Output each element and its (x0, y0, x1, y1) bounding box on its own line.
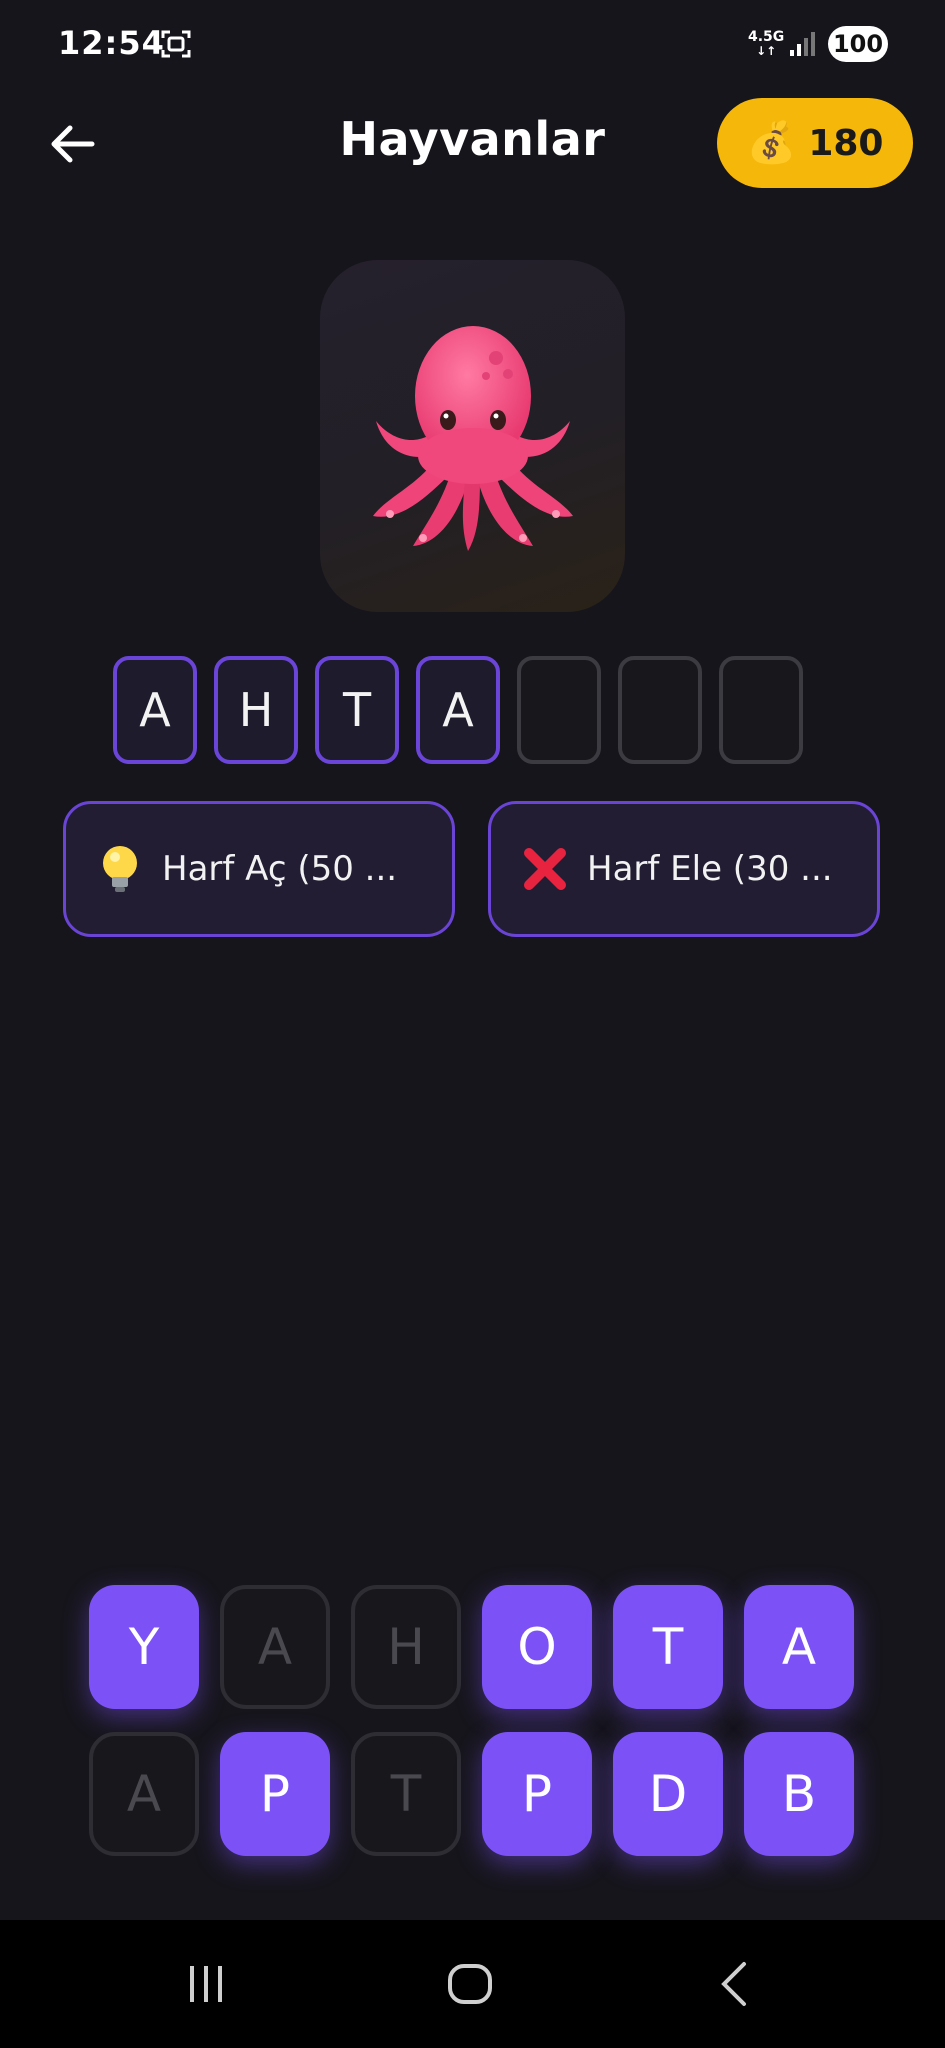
battery-indicator: 100 (828, 26, 888, 62)
letter-keys-row-2: A P T P D B (89, 1732, 854, 1856)
letter-key[interactable]: P (482, 1732, 592, 1856)
system-back-button[interactable] (694, 1952, 774, 2016)
home-button[interactable] (430, 1952, 510, 2016)
answer-slot[interactable]: T (315, 656, 399, 764)
light-bulb-icon (96, 845, 144, 893)
money-bag-icon: 💰 (746, 120, 797, 166)
cross-mark-icon (521, 845, 569, 893)
letter-key[interactable]: B (744, 1732, 854, 1856)
system-nav-bar (0, 1920, 945, 2048)
screenshot-icon (161, 30, 191, 58)
letter-keys-row-1: Y A H O T A (89, 1585, 854, 1709)
network-type: 4.5G ↓↑ (748, 29, 785, 58)
answer-slot[interactable] (517, 656, 601, 764)
letter-key[interactable]: A (220, 1585, 330, 1709)
chevron-left-icon (721, 1962, 746, 2006)
question-image-card (320, 260, 625, 612)
remove-letter-button[interactable]: Harf Ele (30 ... (488, 801, 880, 937)
signal-icon (790, 32, 815, 56)
status-time: 12:54 (58, 24, 165, 62)
letter-key[interactable]: O (482, 1585, 592, 1709)
home-icon (448, 1964, 492, 2004)
letter-key[interactable]: T (351, 1732, 461, 1856)
letter-key[interactable]: H (351, 1585, 461, 1709)
answer-slots: A H T A (113, 656, 803, 764)
answer-slot[interactable] (618, 656, 702, 764)
letter-key[interactable]: D (613, 1732, 723, 1856)
reveal-letter-button[interactable]: Harf Aç (50 ... (63, 801, 455, 937)
letter-key[interactable]: A (744, 1585, 854, 1709)
letter-key[interactable]: T (613, 1585, 723, 1709)
letter-key[interactable]: P (220, 1732, 330, 1856)
letter-key[interactable]: A (89, 1732, 199, 1856)
recent-apps-button[interactable] (166, 1952, 246, 2016)
answer-slot[interactable]: H (214, 656, 298, 764)
coin-balance[interactable]: 💰 180 (717, 98, 913, 188)
answer-slot[interactable] (719, 656, 803, 764)
remove-letter-label: Harf Ele (30 ... (587, 849, 833, 889)
answer-slot[interactable]: A (416, 656, 500, 764)
answer-slot[interactable]: A (113, 656, 197, 764)
coin-count: 180 (808, 122, 884, 164)
status-bar: 12:54 4.5G ↓↑ 100 (0, 0, 945, 92)
reveal-letter-label: Harf Aç (50 ... (162, 849, 398, 889)
recent-apps-icon (190, 1966, 222, 2002)
letter-key[interactable]: Y (89, 1585, 199, 1709)
octopus-icon (372, 326, 573, 551)
